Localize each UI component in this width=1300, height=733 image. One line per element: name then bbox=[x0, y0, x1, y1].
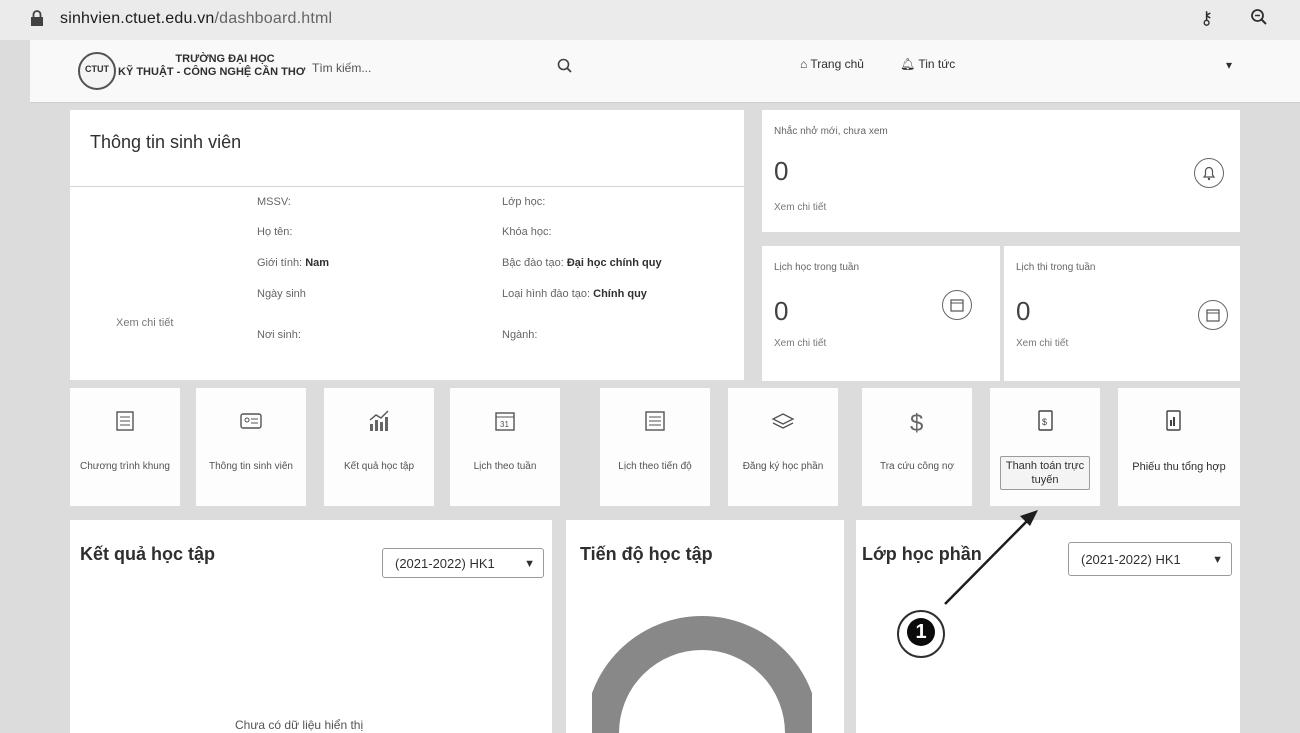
field-birth-place: Nơi sinh: bbox=[257, 329, 301, 341]
reminder-view-detail-link[interactable]: Xem chi tiết bbox=[774, 202, 826, 213]
shortcut-student-info[interactable]: Thông tin sinh viên bbox=[196, 388, 306, 506]
shortcut-debt-lookup[interactable]: $ Tra cứu công nợ bbox=[862, 388, 972, 506]
school-name-line2: KỸ THUẬT - CÔNG NGHỆ CẦN THƠ bbox=[118, 66, 306, 78]
svg-text:31: 31 bbox=[500, 420, 509, 429]
field-gender: Giới tính: Nam bbox=[257, 257, 330, 269]
results-semester-select[interactable]: (2021-2022) HK1 ▼ bbox=[382, 548, 544, 578]
calendar-icon: 31 bbox=[495, 412, 515, 431]
exam-calendar-icon bbox=[1198, 300, 1228, 330]
shortcut-course-registration[interactable]: Đăng ký học phần bbox=[728, 388, 838, 506]
lock-icon bbox=[31, 10, 43, 26]
nav-home-link[interactable]: ⌂ Trang chủ bbox=[800, 57, 864, 71]
no-data-message: Chưa có dữ liệu hiển thị bbox=[235, 718, 364, 732]
field-course: Khóa học: bbox=[502, 226, 552, 238]
student-view-detail-link[interactable]: Xem chi tiết bbox=[116, 317, 173, 329]
shortcut-study-results[interactable]: Kết quả học tập bbox=[324, 388, 434, 506]
dollar-icon: $ bbox=[910, 410, 923, 436]
bell-icon: 🔔︎ bbox=[900, 57, 916, 71]
browser-address-bar[interactable]: sinhvien.ctuet.edu.vn/dashboard.html ⚷ bbox=[0, 0, 1300, 40]
chevron-down-icon: ▼ bbox=[524, 558, 535, 570]
url-text[interactable]: sinhvien.ctuet.edu.vn/dashboard.html bbox=[60, 10, 332, 28]
course-classes-title: Lớp học phần bbox=[862, 544, 982, 564]
divider bbox=[70, 186, 744, 187]
svg-text:$: $ bbox=[910, 410, 923, 436]
shortcut-label: Phiếu thu tổng hợp bbox=[1132, 461, 1226, 473]
weekly-schedule-card: Lịch học trong tuần 0 Xem chi tiết bbox=[762, 246, 1000, 381]
exam-schedule-card: Lịch thi trong tuần 0 Xem chi tiết bbox=[1004, 246, 1240, 381]
student-card-icon bbox=[240, 413, 262, 429]
curriculum-icon bbox=[116, 411, 134, 431]
exam-schedule-label: Lịch thi trong tuần bbox=[1016, 262, 1096, 273]
shortcut-label: Đăng ký học phần bbox=[742, 461, 824, 472]
password-key-icon[interactable]: ⚷ bbox=[1200, 8, 1213, 29]
field-student-id: MSSV: bbox=[257, 196, 291, 208]
search-icon[interactable] bbox=[556, 57, 574, 75]
weekly-schedule-count: 0 bbox=[774, 296, 789, 326]
classes-semester-select[interactable]: (2021-2022) HK1 ▼ bbox=[1068, 542, 1232, 576]
field-education-level: Bậc đào tạo: Đại học chính quy bbox=[502, 257, 662, 269]
student-info-title: Thông tin sinh viên bbox=[90, 132, 242, 152]
field-training-type: Loại hình đào tạo: Chính quy bbox=[502, 288, 647, 300]
shortcut-label: Chương trình khung bbox=[80, 461, 170, 472]
zoom-icon[interactable] bbox=[1250, 8, 1268, 26]
chevron-down-icon: ▼ bbox=[1212, 554, 1223, 566]
calendar-icon bbox=[942, 290, 972, 320]
field-birth-date: Ngày sinh bbox=[257, 288, 306, 300]
annotation-number-badge: 1 bbox=[897, 610, 945, 658]
shortcut-label: Thông tin sinh viên bbox=[209, 461, 293, 472]
shortcut-label: Tra cứu công nợ bbox=[879, 461, 955, 472]
school-name-line1: TRƯỜNG ĐẠI HỌC bbox=[175, 53, 275, 65]
reminder-label: Nhắc nhở mới, chưa xem bbox=[774, 126, 888, 137]
receipt-icon bbox=[1166, 410, 1181, 431]
exam-schedule-view-detail-link[interactable]: Xem chi tiết bbox=[1016, 338, 1068, 349]
site-header: CTUT TRƯỜNG ĐẠI HỌC KỸ THUẬT - CÔNG NGHỆ… bbox=[30, 40, 1300, 103]
shortcut-weekly-schedule[interactable]: 31 Lịch theo tuần bbox=[450, 388, 560, 506]
shortcut-label: Lịch theo tiến độ bbox=[618, 461, 692, 472]
field-class: Lớp học: bbox=[502, 196, 546, 208]
layers-icon bbox=[771, 413, 795, 429]
shortcut-curriculum[interactable]: Chương trình khung bbox=[70, 388, 180, 506]
student-info-card: Thông tin sinh viên Xem chi tiết MSSV: H… bbox=[70, 110, 744, 380]
weekly-schedule-view-detail-link[interactable]: Xem chi tiết bbox=[774, 338, 826, 349]
reminder-count: 0 bbox=[774, 156, 789, 186]
study-results-title: Kết quả học tập bbox=[80, 544, 216, 564]
school-logo[interactable]: CTUT bbox=[78, 52, 116, 90]
shortcut-combined-receipt[interactable]: Phiếu thu tổng hợp bbox=[1118, 388, 1240, 506]
progress-donut bbox=[592, 616, 812, 733]
home-icon: ⌂ bbox=[800, 57, 808, 71]
field-major: Ngành: bbox=[502, 329, 538, 341]
url-host: sinhvien.ctuet.edu.vn bbox=[60, 10, 215, 27]
shortcut-progress-schedule[interactable]: Lịch theo tiến độ bbox=[600, 388, 710, 506]
shortcut-label: Thanh toán trực tuyến bbox=[1000, 456, 1090, 490]
study-results-panel: Kết quả học tập (2021-2022) HK1 ▼ Chưa có… bbox=[70, 520, 552, 733]
exam-schedule-count: 0 bbox=[1016, 296, 1031, 326]
shortcut-online-payment[interactable]: $ Thanh toán trực tuyến bbox=[990, 388, 1100, 506]
field-full-name: Họ tên: bbox=[257, 226, 293, 238]
study-progress-panel: Tiến độ học tập bbox=[566, 520, 844, 733]
user-menu-caret-icon[interactable]: ▾ bbox=[1226, 58, 1232, 72]
bell-icon bbox=[1194, 158, 1224, 188]
reminder-card: Nhắc nhở mới, chưa xem 0 Xem chi tiết bbox=[762, 110, 1240, 232]
payment-doc-icon: $ bbox=[1038, 410, 1053, 431]
svg-text:$: $ bbox=[1042, 417, 1047, 427]
shortcut-label: Lịch theo tuần bbox=[473, 461, 537, 472]
progress-calendar-icon bbox=[645, 411, 665, 431]
chart-icon bbox=[369, 410, 389, 431]
nav-news-link[interactable]: 🔔︎ Tin tức bbox=[900, 57, 955, 71]
weekly-schedule-label: Lịch học trong tuần bbox=[774, 262, 860, 273]
study-progress-title: Tiến độ học tập bbox=[580, 544, 713, 564]
url-path: /dashboard.html bbox=[214, 10, 333, 27]
shortcut-label: Kết quả học tập bbox=[343, 461, 415, 472]
